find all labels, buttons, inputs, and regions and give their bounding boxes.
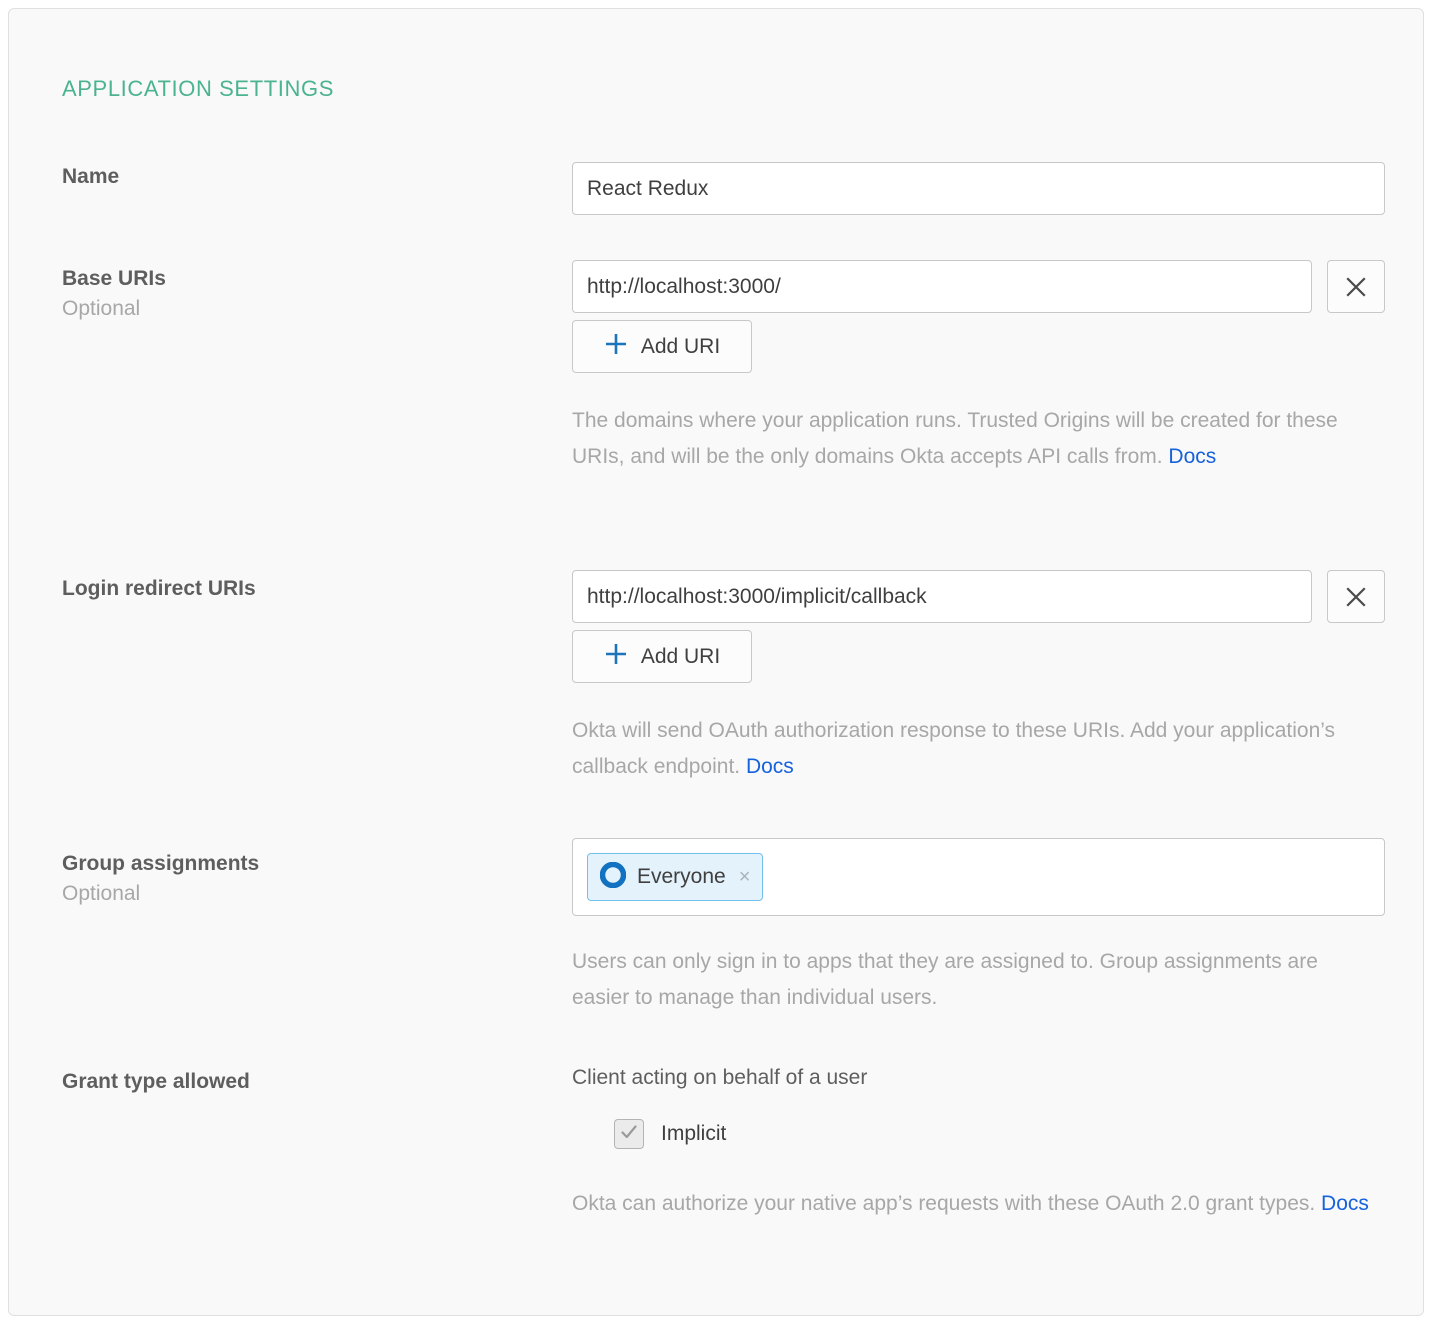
grant-type-control: Client acting on behalf of a user Implic… xyxy=(572,1064,1372,1222)
login-redirect-uri-input[interactable] xyxy=(572,570,1312,623)
group-assignments-field[interactable]: Everyone × xyxy=(572,838,1385,916)
base-uri-remove-button[interactable] xyxy=(1327,260,1385,313)
implicit-checkbox[interactable] xyxy=(614,1119,644,1149)
grant-type-label-group: Grant type allowed xyxy=(62,1067,532,1097)
implicit-checkbox-label: Implicit xyxy=(661,1122,726,1146)
login-redirect-uris-add-uri-button[interactable]: Add URI xyxy=(572,630,752,683)
base-uris-help-body: The domains where your application runs.… xyxy=(572,409,1338,468)
login-redirect-uri-input-row xyxy=(572,570,1385,623)
name-label: Name xyxy=(62,162,532,192)
login-redirect-uris-label-group: Login redirect URIs xyxy=(62,574,532,604)
grant-type-implicit-row[interactable]: Implicit xyxy=(614,1119,1372,1149)
group-chip-remove-icon[interactable]: × xyxy=(737,867,751,887)
plus-icon xyxy=(604,642,628,672)
group-assignments-label: Group assignments xyxy=(62,849,532,879)
base-uri-input[interactable] xyxy=(572,260,1312,313)
grant-type-help-text: Okta can authorize your native app’s req… xyxy=(572,1186,1372,1222)
plus-icon xyxy=(604,332,628,362)
page-title: APPLICATION SETTINGS xyxy=(62,76,334,102)
base-uri-input-row xyxy=(572,260,1385,313)
login-redirect-uris-label: Login redirect URIs xyxy=(62,574,532,604)
grant-type-help-body: Okta can authorize your native app’s req… xyxy=(572,1192,1321,1215)
name-input[interactable] xyxy=(572,162,1385,215)
base-uris-add-uri-button[interactable]: Add URI xyxy=(572,320,752,373)
group-assignments-optional-label: Optional xyxy=(62,879,532,909)
name-control xyxy=(572,162,1385,215)
login-redirect-uris-help-text: Okta will send OAuth authorization respo… xyxy=(572,713,1372,785)
base-uris-control: Add URI The domains where your applicati… xyxy=(572,260,1385,475)
group-chip-everyone[interactable]: Everyone × xyxy=(587,853,763,901)
grant-type-label: Grant type allowed xyxy=(62,1067,532,1097)
base-uris-label-group: Base URIs Optional xyxy=(62,264,532,324)
base-uris-help-text: The domains where your application runs.… xyxy=(572,403,1372,475)
group-assignments-control: Everyone × Users can only sign in to app… xyxy=(572,838,1385,1016)
login-redirect-uris-control: Add URI Okta will send OAuth authorizati… xyxy=(572,570,1385,785)
name-label-group: Name xyxy=(62,162,532,192)
login-redirect-uri-remove-button[interactable] xyxy=(1327,570,1385,623)
close-icon xyxy=(1345,276,1367,298)
login-redirect-uris-help-body: Okta will send OAuth authorization respo… xyxy=(572,719,1335,778)
base-uris-optional-label: Optional xyxy=(62,294,532,324)
base-uris-label: Base URIs xyxy=(62,264,532,294)
group-assignments-label-group: Group assignments Optional xyxy=(62,849,532,909)
application-settings-card: APPLICATION SETTINGS Name Base URIs Opti… xyxy=(8,8,1424,1316)
login-redirect-uris-docs-link[interactable]: Docs xyxy=(746,755,794,778)
login-redirect-uris-add-uri-label: Add URI xyxy=(641,645,720,669)
grant-type-docs-link[interactable]: Docs xyxy=(1321,1192,1369,1215)
group-ring-icon xyxy=(600,862,626,893)
grant-type-group-heading: Client acting on behalf of a user xyxy=(572,1064,1372,1092)
checkmark-icon xyxy=(619,1122,639,1147)
close-icon xyxy=(1345,586,1367,608)
group-chip-label: Everyone xyxy=(637,865,726,889)
group-assignments-help-text: Users can only sign in to apps that they… xyxy=(572,944,1372,1016)
base-uris-add-uri-label: Add URI xyxy=(641,335,720,359)
base-uris-docs-link[interactable]: Docs xyxy=(1168,445,1216,468)
